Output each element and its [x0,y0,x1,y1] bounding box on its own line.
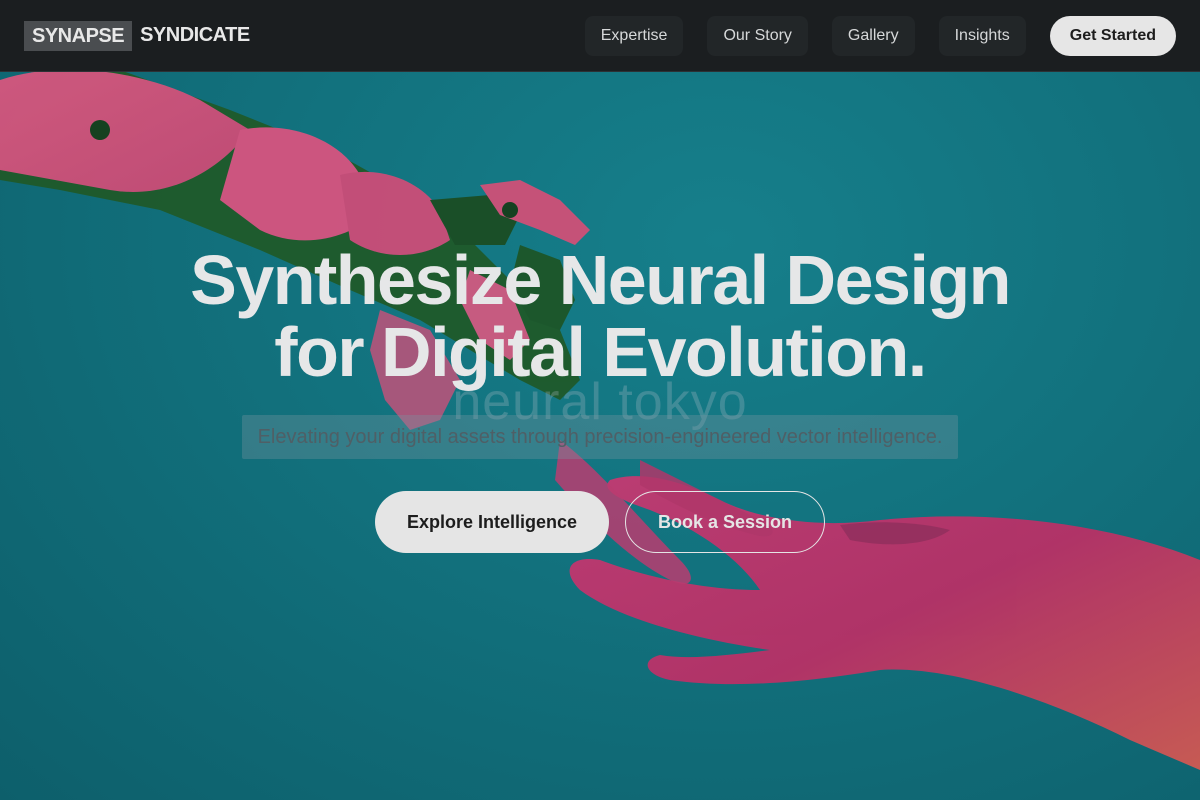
book-session-button[interactable]: Book a Session [625,491,825,553]
site-header: SYNAPSE SYNDICATE Expertise Our Story Ga… [0,0,1200,72]
main-nav: Expertise Our Story Gallery Insights Get… [584,15,1176,56]
logo-box-text: SYNAPSE [24,20,133,51]
hero-headline-line1: Synthesize Neural Design [190,241,1011,319]
nav-item-our-story[interactable]: Our Story [707,15,808,56]
hero-subtitle: Elevating your digital assets through pr… [241,415,959,459]
hero-section: Synthesize Neural Design for Digital Evo… [0,72,1200,800]
logo-text: SYNDICATE [140,24,250,46]
nav-item-expertise[interactable]: Expertise [584,15,684,56]
get-started-button[interactable]: Get Started [1049,15,1176,56]
nav-item-insights[interactable]: Insights [938,15,1026,56]
logo[interactable]: SYNAPSE SYNDICATE [24,20,250,51]
nav-item-gallery[interactable]: Gallery [831,15,915,56]
landing-page: SYNAPSE SYNDICATE Expertise Our Story Ga… [0,0,1200,800]
explore-intelligence-button[interactable]: Explore Intelligence [375,491,609,553]
hero-subtitle-wrap: Elevating your digital assets through pr… [0,415,1200,459]
hero-actions: Explore Intelligence Book a Session [0,491,1200,553]
hero-headline: Synthesize Neural Design for Digital Evo… [0,244,1200,388]
